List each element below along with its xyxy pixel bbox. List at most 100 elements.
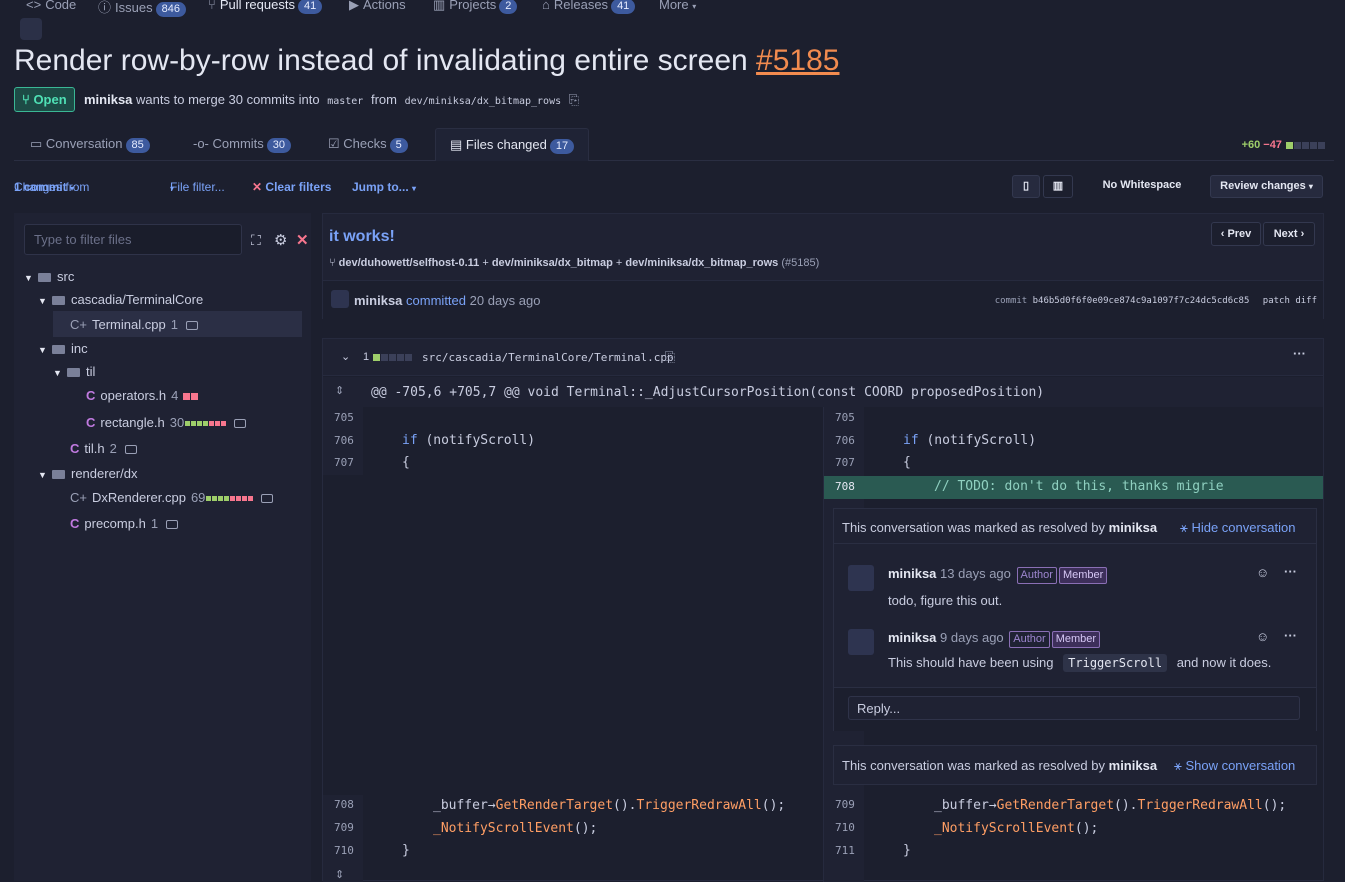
c-icon: C <box>86 415 96 430</box>
kebab-icon[interactable]: ··· <box>1293 346 1306 361</box>
jump-to-dropdown[interactable]: Jump to... ▾ <box>352 180 416 194</box>
line-number[interactable]: 706 <box>835 434 855 447</box>
unified-view-button[interactable]: ▯ <box>1012 175 1040 198</box>
file-path[interactable]: src/cascadia/TerminalCore/Terminal.cpp <box>422 351 674 364</box>
diffstat-block <box>242 496 248 502</box>
tab-conversation[interactable]: ▭ Conversation 85 <box>16 128 164 161</box>
diffstat: +60 −47 <box>1242 139 1325 151</box>
pull-request-icon: ⑂ <box>208 0 216 12</box>
resolved-banner: This conversation was marked as resolved… <box>842 520 1158 535</box>
expand-icon[interactable]: ⇕ <box>335 868 344 881</box>
hunk-header: ⇕ @@ -705,6 +705,7 @@ void Terminal::_Ad… <box>323 377 1323 407</box>
file-filter-dropdown[interactable]: File filter... ▾ <box>170 180 225 194</box>
branch-link[interactable]: dev/duhowett/selfhost-0.11 <box>339 257 480 269</box>
smiley-icon[interactable]: ☺ <box>1256 565 1269 580</box>
diffstat-block <box>405 353 413 361</box>
comment-body: This should have been using TriggerScrol… <box>888 654 1272 672</box>
empty-diff-area <box>323 475 823 795</box>
tree-folder-renderer-dx[interactable]: ▼ renderer/dx <box>38 466 137 481</box>
nav-issues[interactable]: ⓘ Issues 846 <box>98 0 186 17</box>
line-number[interactable]: 708 <box>334 798 354 811</box>
expand-icon[interactable]: ⛶ <box>251 232 261 249</box>
tree-file-operators-h[interactable]: Coperators.h 4 <box>86 388 199 403</box>
fold-icon: ⚹ <box>1180 520 1188 535</box>
tab-commits[interactable]: -o- Commits 30 <box>179 128 305 161</box>
base-branch[interactable]: master <box>327 96 363 107</box>
tree-file-precomp-h[interactable]: Cprecomp.h 1 <box>70 516 179 531</box>
line-number[interactable]: 707 <box>334 456 354 469</box>
diffstat-block <box>191 393 199 401</box>
code-line: // TODO: don't do this, thanks migrie <box>934 479 1224 494</box>
hide-conversation-button[interactable]: ⚹ Hide conversation <box>1180 520 1296 536</box>
tree-folder-inc[interactable]: ▼ inc <box>38 341 88 356</box>
reply-input[interactable]: Reply... <box>848 696 1300 720</box>
filter-files-input[interactable]: Type to filter files <box>24 224 242 255</box>
branch-link[interactable]: dev/miniksa/dx_bitmap_rows <box>625 257 778 269</box>
line-number[interactable]: 705 <box>334 411 354 424</box>
line-number[interactable]: 708 <box>835 480 855 493</box>
kebab-icon[interactable]: ··· <box>1284 628 1297 643</box>
line-number[interactable]: 709 <box>835 798 855 811</box>
tree-folder-til[interactable]: ▼ til <box>53 364 95 379</box>
line-number[interactable]: 706 <box>334 434 354 447</box>
expand-icon[interactable]: ⇕ <box>335 384 344 397</box>
nav-code[interactable]: <> Code <box>26 0 76 12</box>
page-title: Render row-by-row instead of invalidatin… <box>14 44 840 77</box>
show-conversation-button[interactable]: ⚹ Show conversation <box>1174 758 1295 774</box>
branch-link[interactable]: dev/miniksa/dx_bitmap <box>492 257 613 269</box>
copy-icon[interactable]: ⎘ <box>569 92 579 107</box>
tree-folder-src[interactable]: ▼ src <box>24 269 74 284</box>
nav-projects[interactable]: ▥ Projects 2 <box>433 0 518 14</box>
patch-link[interactable]: patch <box>1263 296 1290 306</box>
review-changes-button[interactable]: Review changes ▾ <box>1210 175 1323 198</box>
chevron-down-icon[interactable]: ⌄ <box>341 350 350 363</box>
diffstat-block <box>1310 141 1317 149</box>
line-number[interactable]: 707 <box>835 456 855 469</box>
close-icon[interactable]: ✕ <box>296 231 309 249</box>
line-number[interactable]: 711 <box>835 844 855 857</box>
pr-meta: miniksa wants to merge 30 commits into m… <box>84 92 580 107</box>
resolved-banner: This conversation was marked as resolved… <box>842 758 1158 773</box>
comment-icon <box>124 445 137 454</box>
tab-files-changed[interactable]: ▤ Files changed 17 <box>435 128 590 161</box>
diffstat-block <box>1302 141 1309 149</box>
cpp-icon: C+ <box>70 490 87 505</box>
author-link[interactable]: miniksa <box>84 92 132 107</box>
smiley-icon[interactable]: ☺ <box>1256 629 1269 644</box>
diffstat-block <box>389 353 397 361</box>
commit-branches: ⑂ dev/duhowett/selfhost-0.11 + dev/minik… <box>329 257 820 269</box>
tree-file-til-h[interactable]: Ctil.h 2 <box>70 441 137 456</box>
changes-from-dropdown[interactable]: Changes from 1 commit ▾ <box>14 180 89 194</box>
diff-link[interactable]: diff <box>1295 296 1317 306</box>
tab-checks[interactable]: ☑ Checks 5 <box>314 128 422 161</box>
author-link[interactable]: miniksa <box>354 293 402 308</box>
tree-folder-cascadia[interactable]: ▼ cascadia/TerminalCore <box>38 292 203 307</box>
diffstat-block <box>203 421 209 427</box>
nav-more[interactable]: More ▾ <box>659 0 696 12</box>
clear-filters-button[interactable]: ✕ Clear filters <box>252 180 331 194</box>
diffstat-block <box>248 496 254 502</box>
split-view-button[interactable]: ▥ <box>1043 175 1073 198</box>
line-number[interactable]: 709 <box>334 821 354 834</box>
head-branch[interactable]: dev/miniksa/dx_bitmap_rows <box>405 96 562 107</box>
pr-number-link[interactable]: #5185 <box>756 44 839 77</box>
kebab-icon[interactable]: ··· <box>1284 564 1297 579</box>
file-icon: ▯ <box>1022 180 1030 192</box>
unfold-icon: ⚹ <box>1174 758 1182 773</box>
nav-releases[interactable]: ⌂ Releases 41 <box>542 0 636 14</box>
prev-button[interactable]: ‹ Prev <box>1211 222 1261 246</box>
nav-actions[interactable]: ▶ Actions <box>349 0 406 13</box>
gear-icon[interactable]: ⚙ <box>274 231 287 249</box>
copy-icon[interactable]: ⎘ <box>665 349 675 365</box>
commit-message[interactable]: it works! <box>329 228 395 246</box>
nav-pull-requests[interactable]: ⑂ Pull requests 41 <box>208 0 323 14</box>
added-line: 708 // TODO: don't do this, thanks migri… <box>824 476 1323 499</box>
next-button[interactable]: Next › <box>1263 222 1315 246</box>
tree-file-rectangle-h[interactable]: Crectangle.h 30 <box>86 415 247 430</box>
line-number[interactable]: 710 <box>334 844 354 857</box>
tree-file-terminal-cpp[interactable]: C+ Terminal.cpp 1 <box>70 317 198 332</box>
no-whitespace-button[interactable]: No Whitespace <box>1092 175 1192 198</box>
tree-file-dxrenderer-cpp[interactable]: C+ DxRenderer.cpp 69 <box>70 490 274 505</box>
line-number[interactable]: 710 <box>835 821 855 834</box>
line-number[interactable]: 705 <box>835 411 855 424</box>
